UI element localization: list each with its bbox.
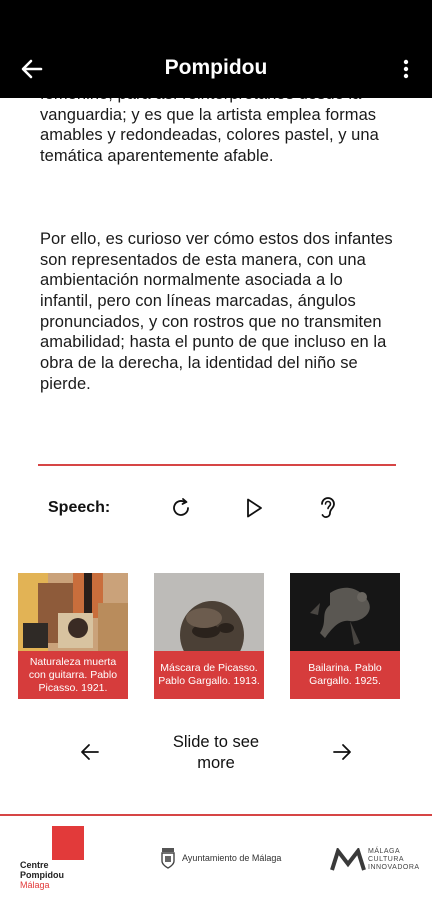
footer-logos: Centre Pompidou Málaga Ayuntamiento de M… <box>0 816 432 900</box>
app-bar: Pompidou <box>0 40 432 98</box>
speech-controls: Speech: <box>0 488 432 528</box>
section-divider <box>38 464 396 466</box>
article-scroll-area[interactable]: femenino, para así reinterpretarlos desd… <box>0 98 432 810</box>
artwork-card[interactable]: Bailarina. Pablo Gargallo. 1925. <box>290 573 400 699</box>
more-vertical-icon <box>403 59 409 79</box>
back-button[interactable] <box>14 51 50 87</box>
artwork-image <box>290 573 400 653</box>
overflow-menu-button[interactable] <box>388 51 424 87</box>
carousel-prev-button[interactable] <box>74 736 106 768</box>
artwork-image <box>18 573 128 653</box>
coat-of-arms-icon <box>161 848 175 869</box>
centre-pompidou-logo: Centre Pompidou Málaga <box>18 826 88 896</box>
artwork-caption: Máscara de Picasso. Pablo Gargallo. 1913… <box>154 651 264 699</box>
arrow-left-icon <box>21 59 43 79</box>
status-bar <box>0 0 432 40</box>
artwork-caption: Bailarina. Pablo Gargallo. 1925. <box>290 651 400 699</box>
carousel-navigation: Slide to see more <box>0 730 432 780</box>
slide-hint: Slide to see more <box>172 733 260 772</box>
speech-restart-button[interactable] <box>165 492 197 524</box>
artwork-card[interactable]: Máscara de Picasso. Pablo Gargallo. 1913… <box>154 573 264 699</box>
ayuntamiento-malaga-logo: Ayuntamiento de Málaga <box>160 846 281 870</box>
speech-label: Speech: <box>48 499 111 516</box>
refresh-icon <box>173 498 189 516</box>
ear-icon <box>321 497 335 518</box>
artwork-carousel[interactable]: Naturaleza muerta con guitarra. Pablo Pi… <box>0 573 432 703</box>
article-paragraph: femenino, para así reinterpretarlos desd… <box>40 98 379 166</box>
artwork-image <box>154 573 264 653</box>
play-icon <box>247 498 262 518</box>
artwork-caption: Naturaleza muerta con guitarra. Pablo Pi… <box>18 651 128 699</box>
article-text: femenino, para así reinterpretarlos desd… <box>40 98 400 394</box>
article-paragraph: Por ello, es curioso ver cómo estos dos … <box>40 229 393 393</box>
arrow-right-icon <box>333 744 351 760</box>
arrow-left-icon <box>81 744 99 760</box>
speech-play-button[interactable] <box>238 492 270 524</box>
speech-settings-button[interactable] <box>312 492 344 524</box>
artwork-card[interactable]: Naturaleza muerta con guitarra. Pablo Pi… <box>18 573 128 699</box>
carousel-next-button[interactable] <box>326 736 358 768</box>
malaga-cultura-logo: MÁLAGA CULTURA INNOVADORA <box>330 846 420 874</box>
m-logo-icon <box>330 848 366 871</box>
page-title: Pompidou <box>164 56 268 79</box>
